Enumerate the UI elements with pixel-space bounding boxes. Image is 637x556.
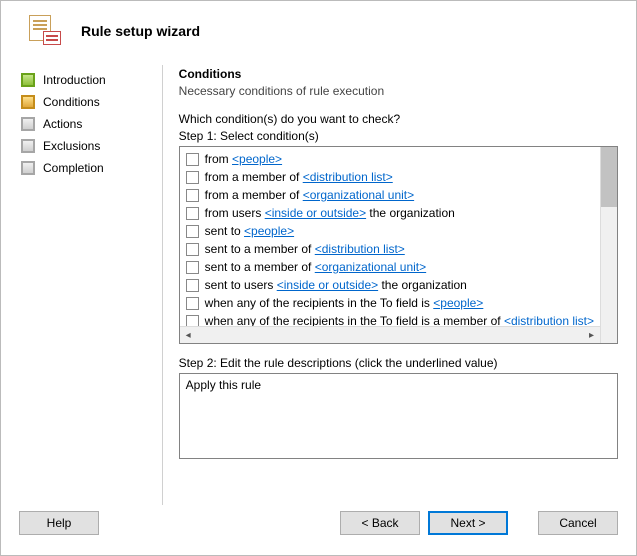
rule-description-text: Apply this rule xyxy=(186,378,261,392)
condition-row[interactable]: sent to <people> xyxy=(180,222,600,240)
page-subtitle: Necessary conditions of rule execution xyxy=(179,84,618,98)
step-icon xyxy=(21,161,35,175)
cancel-button[interactable]: Cancel xyxy=(538,511,618,535)
sidebar-item-introduction[interactable]: Introduction xyxy=(19,69,162,91)
scroll-left-icon[interactable]: ◂ xyxy=(180,327,197,344)
condition-value-link[interactable]: <people> xyxy=(433,296,483,310)
condition-checkbox[interactable] xyxy=(186,189,199,202)
conditions-question: Which condition(s) do you want to check? xyxy=(179,112,618,126)
scroll-right-icon[interactable]: ▸ xyxy=(583,327,600,344)
condition-value-link[interactable]: <organizational unit> xyxy=(303,188,414,202)
sidebar-item-actions[interactable]: Actions xyxy=(19,113,162,135)
condition-text: sent to a member of <distribution list> xyxy=(205,242,405,256)
condition-checkbox[interactable] xyxy=(186,297,199,310)
next-button[interactable]: Next > xyxy=(428,511,508,535)
step-icon xyxy=(21,117,35,131)
step1-label: Step 1: Select condition(s) xyxy=(179,129,618,143)
step-icon xyxy=(21,73,35,87)
condition-text: sent to users <inside or outside> the or… xyxy=(205,278,467,292)
condition-row[interactable]: when any of the recipients in the To fie… xyxy=(180,294,600,312)
condition-text: from a member of <distribution list> xyxy=(205,170,393,184)
sidebar-item-exclusions[interactable]: Exclusions xyxy=(19,135,162,157)
page-title: Conditions xyxy=(179,67,618,81)
condition-value-link[interactable]: <people> xyxy=(244,224,294,238)
sidebar-item-conditions[interactable]: Conditions xyxy=(19,91,162,113)
rule-description-box[interactable]: Apply this rule xyxy=(179,373,618,459)
condition-row[interactable]: sent to users <inside or outside> the or… xyxy=(180,276,600,294)
step-icon xyxy=(21,95,35,109)
condition-row[interactable]: sent to a member of <organizational unit… xyxy=(180,258,600,276)
condition-text: when any of the recipients in the To fie… xyxy=(205,296,484,310)
wizard-window: Rule setup wizard Introduction Condition… xyxy=(0,0,637,556)
condition-value-link[interactable]: <people> xyxy=(232,152,282,166)
vertical-divider xyxy=(162,65,163,505)
condition-checkbox[interactable] xyxy=(186,225,199,238)
conditions-listbox: from <people> from a member of <distribut… xyxy=(179,146,618,344)
sidebar-item-completion[interactable]: Completion xyxy=(19,157,162,179)
back-button[interactable]: < Back xyxy=(340,511,420,535)
sidebar-item-label: Exclusions xyxy=(43,139,100,153)
sidebar-item-label: Actions xyxy=(43,117,82,131)
condition-row[interactable]: from a member of <organizational unit> xyxy=(180,186,600,204)
wizard-icon xyxy=(29,15,61,47)
condition-row[interactable]: when any of the recipients in the To fie… xyxy=(180,312,600,326)
condition-value-link[interactable]: <distribution list> xyxy=(303,170,393,184)
main-panel: Conditions Necessary conditions of rule … xyxy=(179,65,636,505)
help-button[interactable]: Help xyxy=(19,511,99,535)
vertical-scrollbar[interactable] xyxy=(600,147,617,343)
condition-checkbox[interactable] xyxy=(186,207,199,220)
condition-value-link[interactable]: <inside or outside> xyxy=(277,278,378,292)
footer: Help < Back Next > Cancel xyxy=(1,505,636,555)
condition-text: from <people> xyxy=(205,152,282,166)
condition-row[interactable]: from a member of <distribution list> xyxy=(180,168,600,186)
condition-row[interactable]: from users <inside or outside> the organ… xyxy=(180,204,600,222)
condition-value-link[interactable]: <distribution list> xyxy=(315,242,405,256)
condition-value-link[interactable]: <inside or outside> xyxy=(265,206,366,220)
condition-checkbox[interactable] xyxy=(186,261,199,274)
condition-checkbox[interactable] xyxy=(186,315,199,327)
condition-text: from users <inside or outside> the organ… xyxy=(205,206,455,220)
condition-value-link[interactable]: <organizational unit> xyxy=(315,260,426,274)
condition-checkbox[interactable] xyxy=(186,153,199,166)
conditions-list: from <people> from a member of <distribut… xyxy=(180,147,600,326)
sidebar-nav: Introduction Conditions Actions Exclusio… xyxy=(19,65,162,505)
horizontal-scrollbar[interactable]: ◂ ▸ xyxy=(180,326,600,343)
step2-label: Step 2: Edit the rule descriptions (clic… xyxy=(179,356,618,370)
condition-text: from a member of <organizational unit> xyxy=(205,188,414,202)
condition-value-link[interactable]: <distribution list> xyxy=(504,314,594,326)
wizard-title: Rule setup wizard xyxy=(81,23,200,39)
condition-checkbox[interactable] xyxy=(186,171,199,184)
condition-checkbox[interactable] xyxy=(186,279,199,292)
sidebar-item-label: Completion xyxy=(43,161,104,175)
condition-text: sent to a member of <organizational unit… xyxy=(205,260,426,274)
condition-row[interactable]: sent to a member of <distribution list> xyxy=(180,240,600,258)
condition-text: when any of the recipients in the To fie… xyxy=(205,314,594,326)
step-icon xyxy=(21,139,35,153)
condition-checkbox[interactable] xyxy=(186,243,199,256)
condition-text: sent to <people> xyxy=(205,224,294,238)
condition-row[interactable]: from <people> xyxy=(180,150,600,168)
sidebar-item-label: Conditions xyxy=(43,95,100,109)
scrollbar-thumb[interactable] xyxy=(601,147,617,207)
body: Introduction Conditions Actions Exclusio… xyxy=(1,65,636,505)
sidebar-item-label: Introduction xyxy=(43,73,106,87)
header: Rule setup wizard xyxy=(1,1,636,65)
